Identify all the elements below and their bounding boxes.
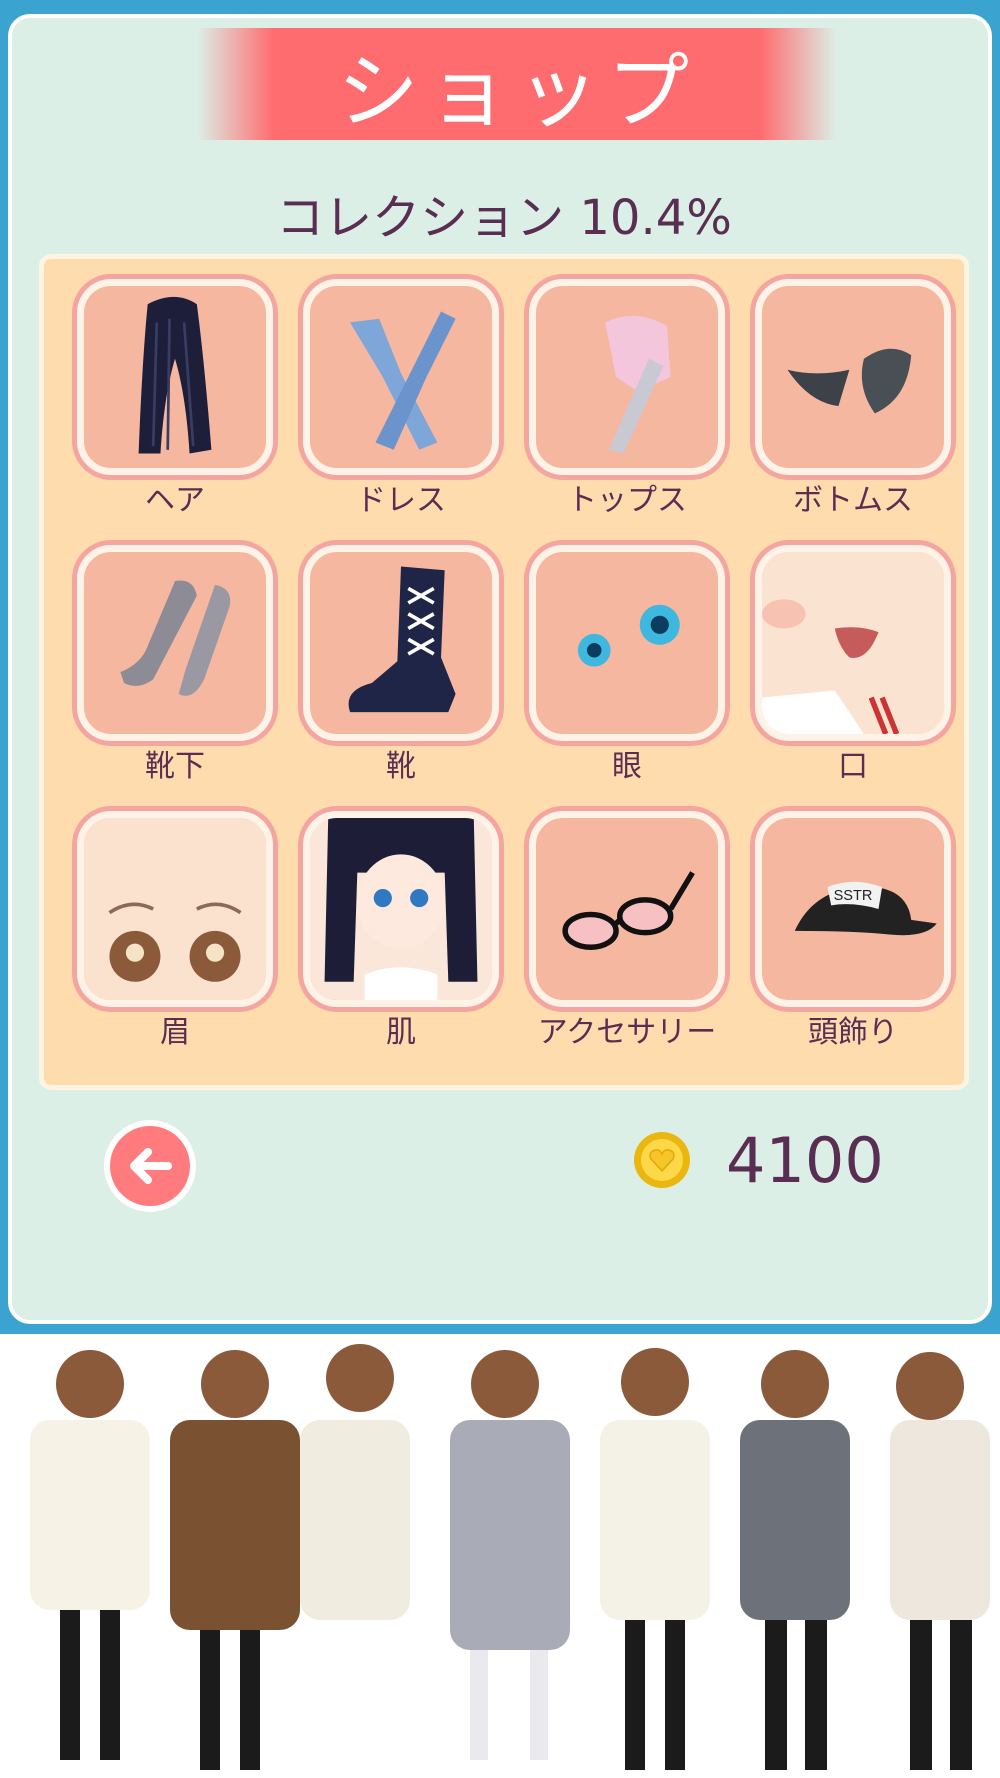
collection-progress: コレクション 10.4% [276, 190, 732, 246]
boot-icon[interactable] [303, 545, 499, 741]
category-label: 口 [838, 749, 868, 784]
category-label: 肌 [386, 1015, 416, 1050]
category-label: ヘア [145, 483, 205, 518]
category-dress[interactable]: ドレス [303, 279, 499, 518]
category-label: 頭飾り [808, 1015, 898, 1050]
category-grid: ヘア ドレス トップス ボトムス 靴下 靴 眼 口 眉 肌 アクセサリー SST… [39, 254, 969, 1090]
category-label: ドレス [356, 483, 446, 518]
back-button[interactable] [104, 1120, 196, 1212]
shop-panel: ショップ コレクション 10.4% ヘア ドレス トップス ボトムス 靴下 靴 … [8, 14, 992, 1324]
category-label: 眉 [160, 1015, 190, 1050]
category-socks[interactable]: 靴下 [77, 545, 273, 784]
page-title: ショップ [336, 44, 697, 140]
title-banner: ショップ [197, 28, 837, 140]
category-tops[interactable]: トップス [529, 279, 725, 518]
category-accessory[interactable]: アクセサリー [529, 811, 725, 1050]
category-eyes[interactable]: 眼 [529, 545, 725, 784]
hair-icon[interactable] [77, 279, 273, 475]
category-label: トップス [567, 483, 687, 518]
heart-coin-icon [634, 1132, 690, 1188]
characters-banner [0, 1334, 1000, 1778]
category-headwear[interactable]: SSTR 頭飾り [755, 811, 951, 1050]
eyebrows-icon[interactable] [77, 811, 273, 1007]
category-hair[interactable]: ヘア [77, 279, 273, 518]
category-eyebrows[interactable]: 眉 [77, 811, 273, 1050]
socks-icon[interactable] [77, 545, 273, 741]
eyes-icon[interactable] [529, 545, 725, 741]
dress-icon[interactable] [303, 279, 499, 475]
category-mouth[interactable]: 口 [755, 545, 951, 784]
glasses-icon[interactable] [529, 811, 725, 1007]
category-shoes[interactable]: 靴 [303, 545, 499, 784]
back-arrow-icon [130, 1148, 172, 1184]
tops-icon[interactable] [529, 279, 725, 475]
category-label: ボトムス [793, 483, 913, 518]
category-label: アクセサリー [537, 1015, 717, 1050]
bottoms-icon[interactable] [755, 279, 951, 475]
category-skin[interactable]: 肌 [303, 811, 499, 1050]
skin-icon[interactable] [303, 811, 499, 1007]
category-label: 靴下 [145, 749, 205, 784]
mouth-icon[interactable] [755, 545, 951, 741]
category-label: 靴 [386, 749, 416, 784]
cap-text: SSTR [834, 888, 873, 904]
cap-icon[interactable]: SSTR [755, 811, 951, 1007]
category-bottoms[interactable]: ボトムス [755, 279, 951, 518]
coin-balance: 4100 [726, 1124, 884, 1197]
category-label: 眼 [612, 749, 642, 784]
